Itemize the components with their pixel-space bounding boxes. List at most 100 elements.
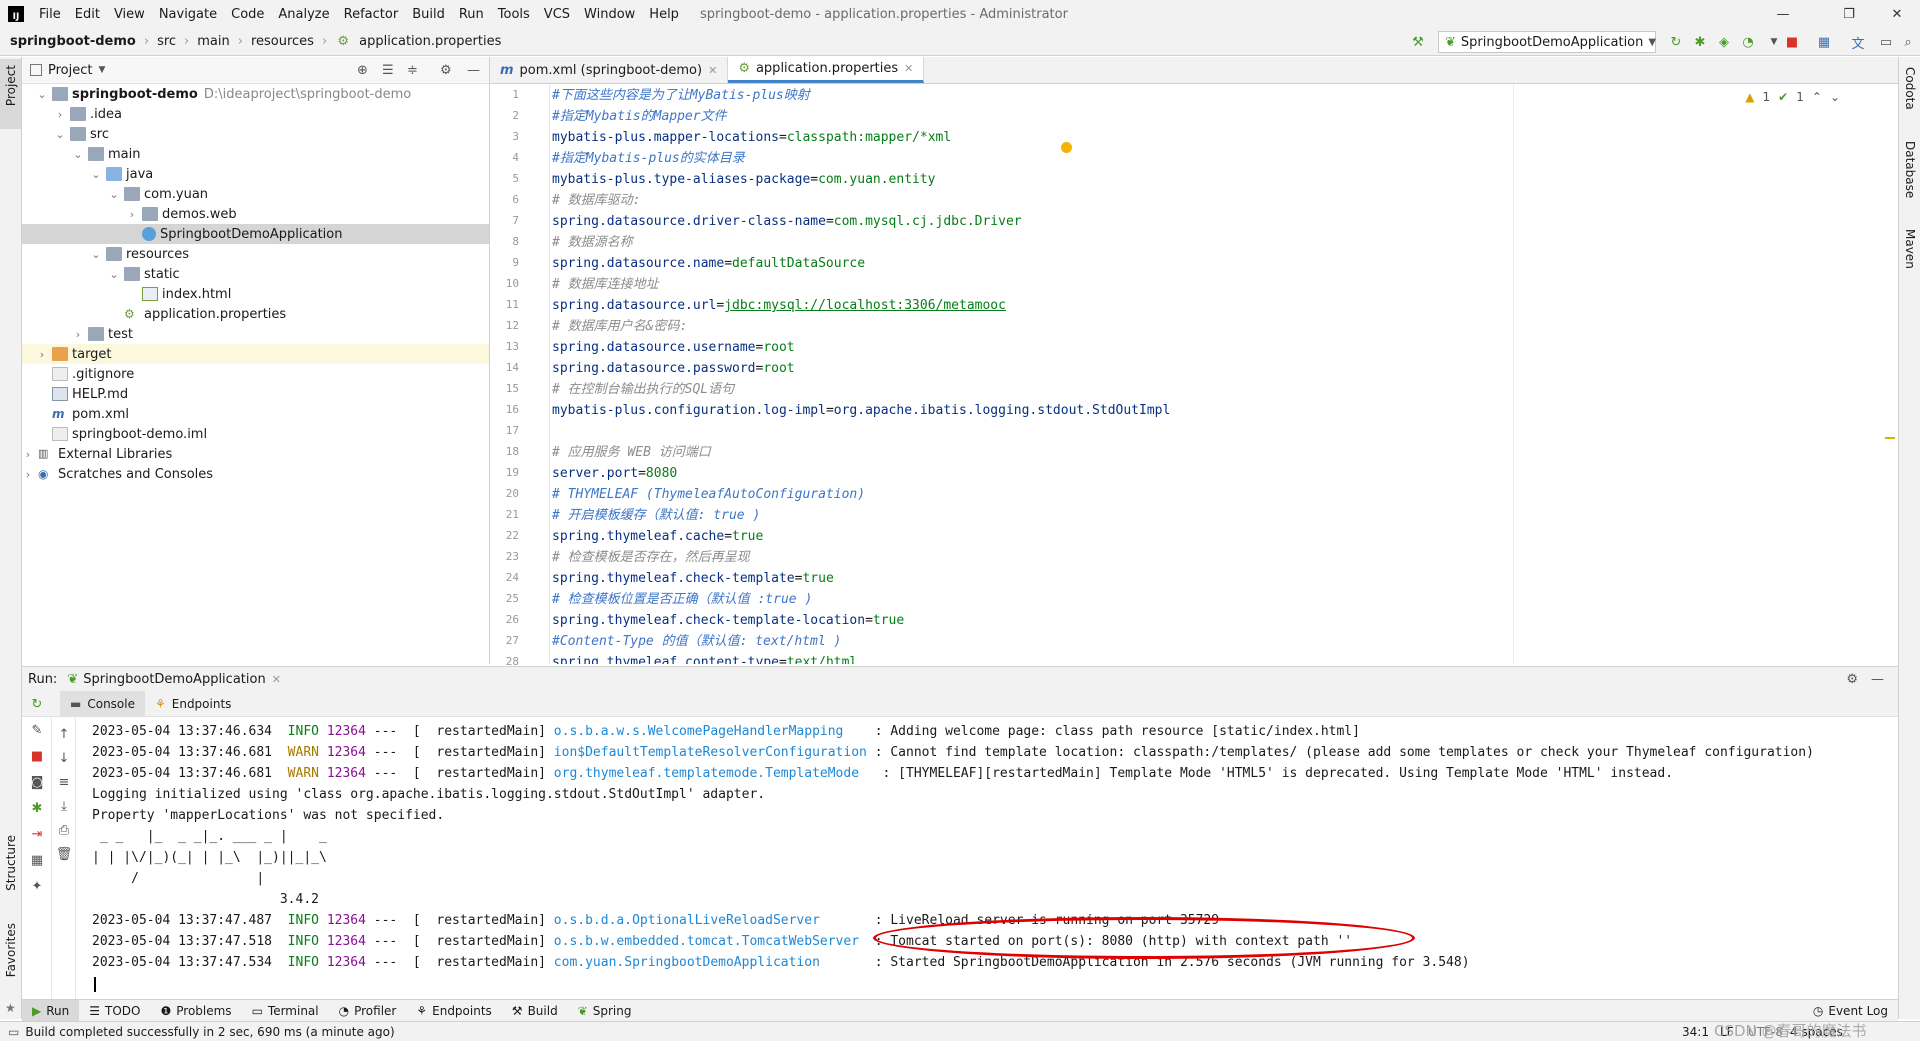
console-output[interactable]: 2023-05-04 13:37:46.634 INFO 12364 --- [… bbox=[92, 717, 1898, 999]
tree-item-idea[interactable]: › .idea bbox=[22, 104, 489, 124]
tab-endpoints[interactable]: ⚘ Endpoints bbox=[145, 691, 241, 717]
tab-application-properties[interactable]: ⚙ application.properties ✕ bbox=[728, 57, 925, 83]
restore-icon[interactable]: ❐ bbox=[1826, 0, 1872, 28]
coverage-icon[interactable]: ◈ bbox=[1715, 33, 1733, 51]
caret-position[interactable]: 34:1 bbox=[1682, 1025, 1709, 1039]
search-icon[interactable]: ⌕ bbox=[1899, 33, 1917, 51]
bottom-tab-todo[interactable]: ☰ TODO bbox=[79, 1000, 150, 1022]
close-icon[interactable]: ✕ bbox=[904, 62, 913, 75]
tree-item-iml[interactable]: springboot-demo.iml bbox=[22, 424, 489, 444]
project-tool-tab[interactable]: Project bbox=[0, 59, 21, 129]
menu-code[interactable]: Code bbox=[224, 7, 271, 22]
stop-icon[interactable]: ■ bbox=[1783, 33, 1801, 51]
tab-console[interactable]: ▬ Console bbox=[60, 690, 145, 717]
menu-tools[interactable]: Tools bbox=[491, 7, 537, 22]
tree-item-project-root[interactable]: ⌄ springboot-demo D:\ideaproject\springbo… bbox=[22, 84, 489, 104]
run-tab-label[interactable]: SpringbootDemoApplication bbox=[83, 672, 265, 687]
code-line[interactable]: # 应用服务 WEB 访问端口 bbox=[552, 442, 711, 463]
layout-icon[interactable]: ▦ bbox=[28, 851, 46, 869]
code-line[interactable]: # 数据库驱动: bbox=[552, 190, 640, 211]
minimize-icon[interactable]: — bbox=[1760, 0, 1806, 28]
code-line[interactable]: mybatis-plus.configuration.log-impl=org.… bbox=[552, 400, 1170, 421]
rerun-icon[interactable]: ↻ bbox=[1667, 33, 1685, 51]
tree-item-pom-xml[interactable]: m pom.xml bbox=[22, 404, 489, 424]
collapse-all-icon[interactable]: ≑ bbox=[407, 63, 418, 78]
translate-icon[interactable]: 文 bbox=[1849, 33, 1867, 52]
tree-item-index-html[interactable]: index.html bbox=[22, 284, 489, 304]
codota-tool-tab[interactable]: Codota bbox=[1903, 67, 1917, 110]
maven-tool-tab[interactable]: Maven bbox=[1903, 229, 1917, 269]
menu-run[interactable]: Run bbox=[452, 7, 491, 22]
code-line[interactable]: spring.thymeleaf.cache=true bbox=[552, 526, 763, 547]
breadcrumb-resources[interactable]: resources bbox=[247, 34, 318, 49]
menu-analyze[interactable]: Analyze bbox=[271, 7, 336, 22]
trash-icon[interactable]: 🗑 bbox=[55, 845, 73, 863]
chevron-down-icon[interactable]: ▼ bbox=[1765, 33, 1783, 51]
bottom-tab-terminal[interactable]: ▭ Terminal bbox=[242, 1000, 329, 1022]
code-line[interactable]: #Content-Type 的值（默认值: text/html ) bbox=[552, 631, 841, 652]
exit-icon[interactable]: ⇥ bbox=[28, 825, 46, 843]
code-line[interactable]: spring.datasource.name=defaultDataSource bbox=[552, 253, 865, 274]
arrow-down-icon[interactable]: ↓ bbox=[55, 749, 73, 767]
bottom-tab-event-log[interactable]: ◷ Event Log bbox=[1803, 1000, 1898, 1022]
code-line[interactable]: #下面这些内容是为了让MyBatis-plus映射 bbox=[552, 85, 810, 106]
code-line[interactable]: spring.datasource.driver-class-name=com.… bbox=[552, 211, 1022, 232]
breadcrumb-src[interactable]: src bbox=[153, 34, 180, 49]
menu-view[interactable]: View bbox=[107, 7, 152, 22]
menu-refactor[interactable]: Refactor bbox=[337, 7, 406, 22]
favorites-tool-tab[interactable]: Favorites bbox=[4, 923, 18, 977]
code-line[interactable]: spring.thymeleaf.check-template-location… bbox=[552, 610, 904, 631]
tree-item-gitignore[interactable]: .gitignore bbox=[22, 364, 489, 384]
close-icon[interactable]: ✕ bbox=[1874, 0, 1920, 28]
scroll-to-end-icon[interactable]: ⤓ bbox=[55, 797, 73, 815]
menu-window[interactable]: Window bbox=[577, 7, 642, 22]
locate-icon[interactable]: ⊕ bbox=[357, 63, 368, 78]
code-line[interactable]: #指定Mybatis的Mapper文件 bbox=[552, 106, 727, 127]
stop-icon[interactable]: ■ bbox=[28, 747, 46, 765]
menu-file[interactable]: File bbox=[32, 7, 68, 22]
code-line[interactable]: spring.datasource.username=root bbox=[552, 337, 795, 358]
bottom-tab-spring[interactable]: ❦ Spring bbox=[568, 1000, 642, 1022]
status-icon[interactable]: ▭ bbox=[8, 1025, 19, 1039]
menu-vcs[interactable]: VCS bbox=[537, 7, 577, 22]
gear-icon[interactable]: ⚙ bbox=[440, 63, 452, 78]
code-line[interactable]: mybatis-plus.type-aliases-package=com.yu… bbox=[552, 169, 936, 190]
tree-item-help-md[interactable]: HELP.md bbox=[22, 384, 489, 404]
tree-item-demos-web[interactable]: › demos.web bbox=[22, 204, 489, 224]
code-content[interactable]: #下面这些内容是为了让MyBatis-plus映射 #指定Mybatis的Mapp… bbox=[552, 84, 1898, 664]
rerun-icon[interactable]: ↻ bbox=[28, 695, 46, 713]
code-line[interactable]: # 检查模板位置是否正确（默认值 :true ) bbox=[552, 589, 812, 610]
tree-item-springboot-demo-application[interactable]: SpringbootDemoApplication bbox=[22, 224, 489, 244]
code-line[interactable]: spring.thymeleaf.check-template=true bbox=[552, 568, 834, 589]
breadcrumb-main[interactable]: main bbox=[193, 34, 233, 49]
code-line[interactable]: spring.datasource.url=jdbc:mysql://local… bbox=[552, 295, 1006, 316]
code-line[interactable]: # 在控制台输出执行的SQL语句 bbox=[552, 379, 734, 400]
tree-item-main[interactable]: ⌄ main bbox=[22, 144, 489, 164]
tree-item-external-libraries[interactable]: › ▥ External Libraries bbox=[22, 444, 489, 464]
print-icon[interactable]: ⎙ bbox=[55, 821, 73, 839]
code-line[interactable]: # 数据源名称 bbox=[552, 232, 633, 253]
code-line[interactable]: # 检查模板是否存在，然后再呈现 bbox=[552, 547, 750, 568]
intention-bulb-icon[interactable] bbox=[1061, 142, 1072, 153]
tree-item-static[interactable]: ⌄ static bbox=[22, 264, 489, 284]
run-configuration-select[interactable]: ❦ SpringbootDemoApplication ▼ bbox=[1438, 31, 1656, 53]
camera-icon[interactable]: ◙ bbox=[28, 773, 46, 791]
tree-item-com-yuan[interactable]: ⌄ com.yuan bbox=[22, 184, 489, 204]
expand-all-icon[interactable]: ☰ bbox=[382, 63, 394, 78]
code-line[interactable]: spring.datasource.password=root bbox=[552, 358, 795, 379]
code-line[interactable]: # 数据库用户名&密码: bbox=[552, 316, 687, 337]
property-value[interactable]: jdbc:mysql://localhost:3306/metamooc bbox=[724, 298, 1006, 313]
bottom-tab-problems[interactable]: ❶ Problems bbox=[150, 1000, 241, 1022]
project-structure-icon[interactable]: ▦ bbox=[1815, 33, 1833, 51]
tree-item-scratches[interactable]: › ◉ Scratches and Consoles bbox=[22, 464, 489, 484]
chevron-down-icon[interactable]: ▼ bbox=[98, 65, 105, 75]
arrow-up-icon[interactable]: ↑ bbox=[55, 725, 73, 743]
project-view-label[interactable]: Project bbox=[48, 63, 92, 78]
status-message[interactable]: Build completed successfully in 2 sec, 6… bbox=[25, 1025, 394, 1039]
close-icon[interactable]: ✕ bbox=[272, 673, 281, 686]
code-line[interactable]: server.port=8080 bbox=[552, 463, 677, 484]
menu-navigate[interactable]: Navigate bbox=[152, 7, 224, 22]
tree-item-test[interactable]: › test bbox=[22, 324, 489, 344]
pin-icon[interactable]: ✦ bbox=[28, 877, 46, 895]
menu-build[interactable]: Build bbox=[405, 7, 452, 22]
